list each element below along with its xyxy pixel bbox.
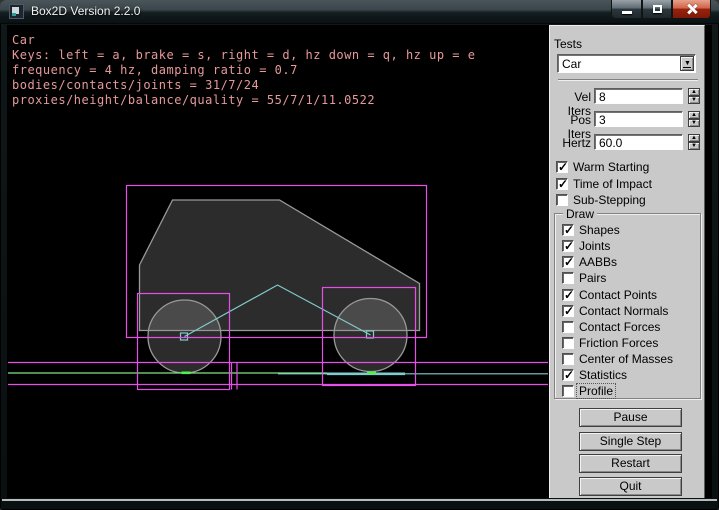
hertz-row: Hertz 60.0 ▲ ▼	[550, 134, 706, 151]
simulation-canvas[interactable]: Car Keys: left = a, brake = s, right = d…	[7, 25, 549, 498]
vel-iters-row: Vel Iters 8 ▲ ▼	[550, 88, 706, 105]
minimize-icon	[622, 11, 632, 14]
checkbox-icon[interactable]: ✓	[556, 161, 568, 173]
tests-dropdown-button[interactable]: ▼	[680, 56, 694, 71]
spinner-down-icon[interactable]: ▼	[688, 119, 700, 127]
checkbox-icon[interactable]: ✓	[562, 224, 574, 236]
minimize-button[interactable]	[611, 0, 642, 19]
checkbox-icon[interactable]: ✓	[562, 240, 574, 252]
caption-buttons	[611, 0, 711, 19]
checkbox-icon[interactable]: ✓	[562, 305, 574, 317]
app-icon	[9, 4, 24, 19]
pos-iters-stepper: ▲ ▼	[688, 111, 700, 127]
restart-button[interactable]: Restart	[579, 454, 682, 473]
hertz-label: Hertz	[550, 136, 591, 150]
maximize-icon	[653, 5, 662, 13]
close-icon	[686, 3, 698, 15]
checkbox-icon[interactable]: ✓	[562, 289, 574, 301]
quit-button[interactable]: Quit	[579, 477, 682, 496]
checkbox-icon[interactable]: ✓	[556, 178, 568, 190]
draw-group-label: Draw	[563, 207, 597, 221]
window-bottom-edge	[2, 499, 717, 501]
tests-dropdown[interactable]: Car ▼	[557, 54, 696, 73]
checkbox-icon[interactable]	[562, 321, 574, 333]
checkbox-icon[interactable]	[562, 353, 574, 365]
control-panel: Tests Car ▼ Vel Iters 8 ▲ ▼ Pos Iters 3 …	[549, 25, 705, 498]
title-bar[interactable]: Box2D Version 2.2.0	[0, 0, 719, 24]
spinner-down-icon[interactable]: ▼	[688, 142, 700, 150]
spinner-down-icon[interactable]: ▼	[688, 96, 700, 104]
separator	[558, 79, 698, 81]
spinner-up-icon[interactable]: ▲	[688, 134, 700, 142]
spinner-up-icon[interactable]: ▲	[688, 88, 700, 96]
pos-iters-input[interactable]: 3	[594, 111, 683, 127]
tests-dropdown-value: Car	[562, 57, 581, 71]
contact-point-front	[367, 372, 376, 375]
vel-iters-input[interactable]: 8	[594, 88, 683, 104]
checkbox-icon[interactable]	[556, 194, 568, 206]
single-step-button[interactable]: Single Step	[579, 432, 682, 451]
spinner-up-icon[interactable]: ▲	[688, 111, 700, 119]
checkbox-icon[interactable]: ✓	[562, 369, 574, 381]
app-window: Box2D Version 2.2.0	[0, 0, 719, 510]
checkbox-icon[interactable]	[562, 337, 574, 349]
pos-iters-row: Pos Iters 3 ▲ ▼	[550, 111, 706, 128]
hertz-input[interactable]: 60.0	[594, 134, 683, 150]
window-title: Box2D Version 2.2.0	[31, 4, 140, 18]
checkbox-icon[interactable]	[562, 272, 574, 284]
vel-iters-stepper: ▲ ▼	[688, 88, 700, 104]
debug-text: Car Keys: left = a, brake = s, right = d…	[12, 33, 475, 108]
checkbox-icon[interactable]: ✓	[562, 256, 574, 268]
tests-label: Tests	[554, 37, 582, 51]
close-button[interactable]	[672, 0, 711, 19]
contact-point-rear	[182, 372, 191, 375]
hertz-stepper: ▲ ▼	[688, 134, 700, 150]
chevron-down-icon: ▼	[684, 60, 691, 67]
maximize-button[interactable]	[642, 0, 672, 19]
checkbox-icon[interactable]	[562, 385, 574, 397]
pause-button[interactable]: Pause	[579, 408, 682, 427]
